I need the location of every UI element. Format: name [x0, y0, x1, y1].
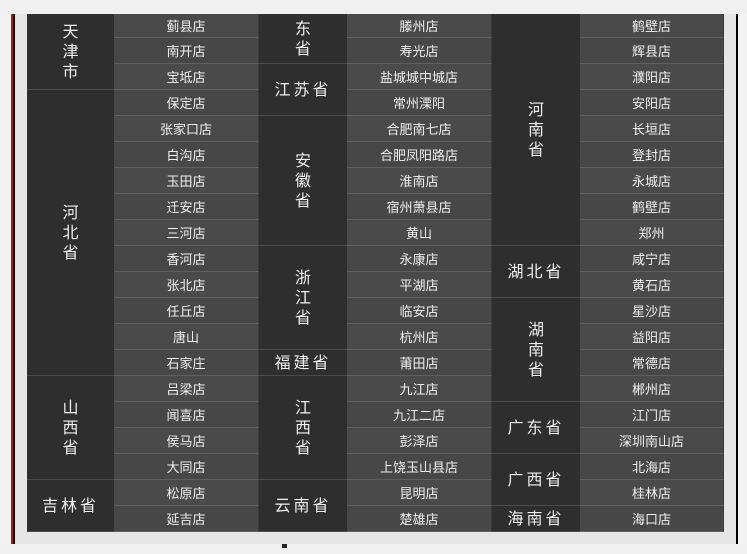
province-label: 河北省	[62, 202, 79, 262]
province-label: 福建省	[274, 352, 332, 372]
store-cell[interactable]: 合肥南七店	[347, 116, 492, 142]
store-cell[interactable]: 保定店	[114, 90, 259, 116]
store-cell[interactable]: 香河店	[114, 246, 259, 272]
province-cell: 云南省	[259, 480, 347, 532]
store-cell[interactable]: 闻喜店	[114, 402, 259, 428]
store-cell[interactable]: 张北店	[114, 272, 259, 298]
store-cell[interactable]: 石家庄	[114, 350, 259, 376]
store-directory-table: 天津市 蓟县店 南开店 宝坻店河北省 保定店 张家口店 白沟店 玉田店 迁安店 三河店 香河店 张北店…	[0, 0, 747, 554]
store-cell[interactable]: 郑州	[580, 220, 724, 246]
province-cell: 河南省	[492, 14, 580, 246]
store-cell[interactable]: 吕梁店	[114, 376, 259, 402]
store-cell[interactable]: 九江二店	[347, 402, 492, 428]
store-cell[interactable]: 大同店	[114, 454, 259, 480]
store-cell[interactable]: 鹤壁店	[580, 194, 724, 220]
store-cell[interactable]: 常州溧阳	[347, 90, 492, 116]
store-cell[interactable]: 鹤壁店	[580, 14, 724, 38]
store-cell[interactable]: 北海店	[580, 454, 724, 480]
store-cell[interactable]: 濮阳店	[580, 64, 724, 90]
store-cell[interactable]: 海口店	[580, 506, 724, 532]
store-cell[interactable]: 白沟店	[114, 142, 259, 168]
store-cell[interactable]: 上饶玉山县店	[347, 454, 492, 480]
store-cell[interactable]: 黄山	[347, 220, 492, 246]
store-cell[interactable]: 盐城城中城店	[347, 64, 492, 90]
store-cell[interactable]: 蓟县店	[114, 14, 259, 38]
province-cell: 福建省	[259, 350, 347, 376]
province-cell: 湖南省	[492, 298, 580, 402]
store-cell[interactable]: 辉县店	[580, 38, 724, 64]
province-label: 河南省	[528, 99, 545, 159]
province-label: 天津市	[62, 21, 79, 81]
store-cell[interactable]: 深圳南山店	[580, 428, 724, 454]
store-cell[interactable]: 咸宁店	[580, 246, 724, 272]
store-cell[interactable]: 永城店	[580, 168, 724, 194]
province-cell: 天津市	[27, 14, 114, 90]
province-cell: 河北省	[27, 90, 114, 376]
province-label: 山西省	[62, 397, 79, 457]
store-cell[interactable]: 彭泽店	[347, 428, 492, 454]
store-cell[interactable]: 临安店	[347, 298, 492, 324]
province-cell: 安徽省	[259, 116, 347, 246]
province-cell: 东省	[259, 14, 347, 64]
province-label: 广西省	[507, 469, 565, 489]
store-cell[interactable]: 宿州萧县店	[347, 194, 492, 220]
store-cell[interactable]: 松原店	[114, 480, 259, 506]
province-cell: 江西省	[259, 376, 347, 480]
store-cell[interactable]: 张家口店	[114, 116, 259, 142]
store-cell[interactable]: 平湖店	[347, 272, 492, 298]
scroll-indicator[interactable]	[282, 544, 287, 548]
store-cell[interactable]: 任丘店	[114, 298, 259, 324]
province-cell: 浙江省	[259, 246, 347, 350]
store-cell[interactable]: 杭州店	[347, 324, 492, 350]
store-cell[interactable]: 唐山	[114, 324, 259, 350]
store-cell[interactable]: 三河店	[114, 220, 259, 246]
store-cell[interactable]: 淮南店	[347, 168, 492, 194]
store-cell[interactable]: 益阳店	[580, 324, 724, 350]
province-cell: 吉林省	[27, 480, 114, 532]
province-cell: 海南省	[492, 506, 580, 532]
store-cell[interactable]: 登封店	[580, 142, 724, 168]
province-label: 湖北省	[507, 261, 565, 281]
province-label: 云南省	[274, 495, 332, 515]
province-label: 吉林省	[41, 495, 99, 515]
province-label: 江西省	[295, 397, 312, 457]
province-cell: 广西省	[492, 454, 580, 506]
store-cell[interactable]: 长垣店	[580, 116, 724, 142]
store-cell[interactable]: 江门店	[580, 402, 724, 428]
province-label: 海南省	[507, 508, 565, 528]
province-label: 东省	[295, 18, 312, 58]
store-cell[interactable]: 桂林店	[580, 480, 724, 506]
store-cell[interactable]: 莆田店	[347, 350, 492, 376]
store-cell[interactable]: 宝坻店	[114, 64, 259, 90]
store-cell[interactable]: 永康店	[347, 246, 492, 272]
store-cell[interactable]: 滕州店	[347, 14, 492, 38]
store-cell[interactable]: 南开店	[114, 38, 259, 64]
bottom-bar	[0, 544, 747, 554]
province-cell: 湖北省	[492, 246, 580, 298]
province-cell: 山西省	[27, 376, 114, 480]
store-cell[interactable]: 合肥凤阳路店	[347, 142, 492, 168]
store-cell[interactable]: 玉田店	[114, 168, 259, 194]
store-cell[interactable]: 九江店	[347, 376, 492, 402]
store-cell[interactable]: 郴州店	[580, 376, 724, 402]
province-cell: 江苏省	[259, 64, 347, 116]
store-cell[interactable]: 楚雄店	[347, 506, 492, 532]
store-cell[interactable]: 昆明店	[347, 480, 492, 506]
store-cell[interactable]: 侯马店	[114, 428, 259, 454]
store-cell[interactable]: 延吉店	[114, 506, 259, 532]
province-label: 浙江省	[295, 267, 312, 327]
province-label: 安徽省	[295, 150, 312, 210]
store-cell[interactable]: 迁安店	[114, 194, 259, 220]
store-cell[interactable]: 黄石店	[580, 272, 724, 298]
store-cell[interactable]: 常德店	[580, 350, 724, 376]
store-cell[interactable]: 安阳店	[580, 90, 724, 116]
store-cell[interactable]: 寿光店	[347, 38, 492, 64]
province-label: 湖南省	[528, 319, 545, 379]
province-label: 江苏省	[274, 79, 332, 99]
province-label: 广东省	[507, 417, 565, 437]
store-cell[interactable]: 星沙店	[580, 298, 724, 324]
province-cell: 广东省	[492, 402, 580, 454]
